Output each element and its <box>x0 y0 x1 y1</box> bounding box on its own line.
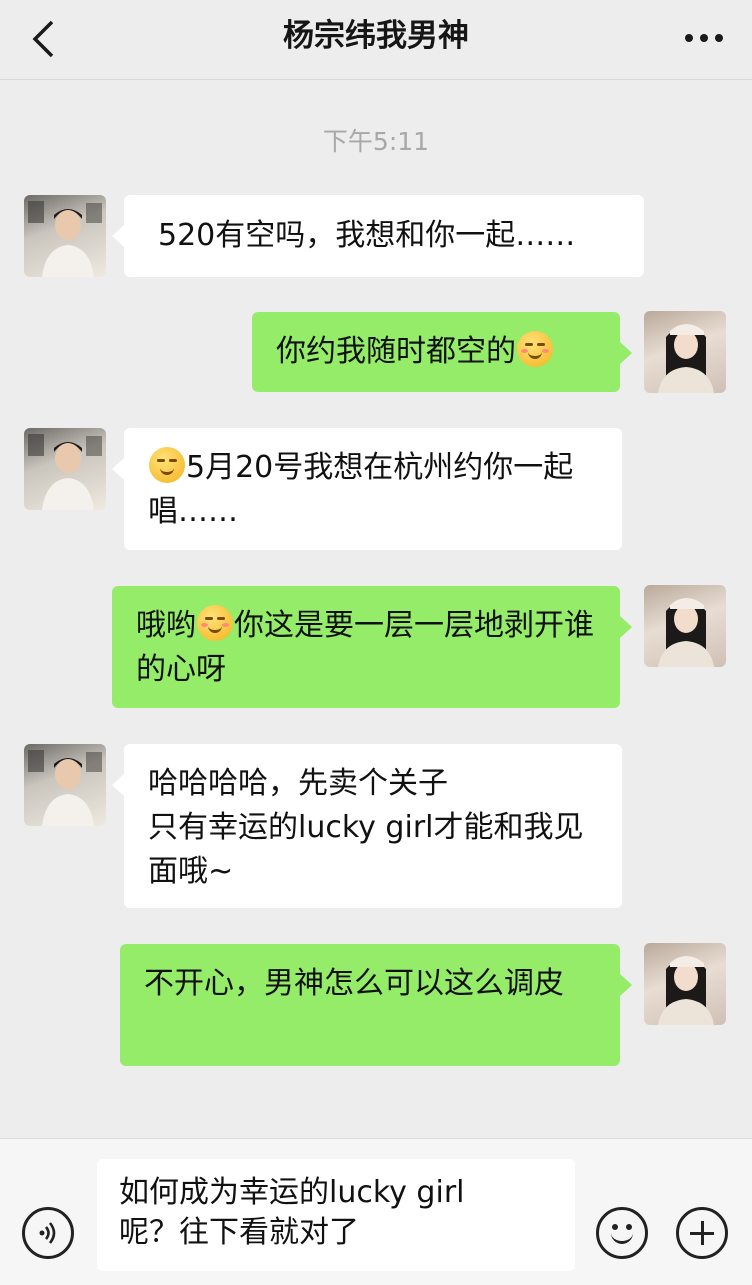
message-timestamp: 下午5:11 <box>322 127 430 156</box>
message-input[interactable]: 如何成为幸运的lucky girl 呢？往下看就对了 <box>97 1159 575 1271</box>
emoji-button[interactable] <box>596 1207 648 1259</box>
contact-avatar-image <box>28 434 102 510</box>
contact-avatar[interactable] <box>24 195 106 277</box>
my-avatar-image <box>658 324 714 393</box>
my-avatar[interactable] <box>644 585 726 667</box>
message-bubble-me[interactable]: 不开心，男神怎么可以这么调皮 <box>120 944 632 1066</box>
more-button[interactable] <box>676 16 732 60</box>
message-bubble-contact[interactable]: 哈哈哈哈，先卖个关子 只有幸运的lucky girl才能和我见面哦~ <box>112 744 622 908</box>
my-avatar[interactable] <box>644 311 726 393</box>
contact-avatar[interactable] <box>24 744 106 826</box>
voice-icon <box>39 1222 56 1244</box>
my-avatar[interactable] <box>644 943 726 1025</box>
my-avatar-image <box>658 956 714 1025</box>
chat-title: 杨宗纬我男神 <box>283 18 469 54</box>
message-text: 520有空吗，我想和你一起…… <box>158 218 576 253</box>
blush-smile-emoji-icon <box>517 331 553 367</box>
contact-avatar[interactable] <box>24 428 106 510</box>
smirk-emoji-icon <box>149 447 185 483</box>
message-bubble-contact[interactable]: 5月20号我想在杭州约你一起唱…… <box>112 428 622 550</box>
message-text: 不开心，男神怎么可以这么调皮 <box>144 966 564 1001</box>
message-text: 5月20号我想在杭州约你一起唱…… <box>148 450 574 529</box>
more-dots-icon <box>685 34 723 42</box>
message-bubble-me[interactable]: 哦哟 你这是要一层一层地剥开谁的心呀 <box>112 586 632 708</box>
voice-button[interactable] <box>22 1207 74 1259</box>
message-text-line-1: 哈哈哈哈，先卖个关子 <box>148 766 448 801</box>
contact-avatar-image <box>28 201 102 277</box>
input-bar: 如何成为幸运的lucky girl 呢？往下看就对了 <box>0 1138 752 1285</box>
message-text-prefix: 哦哟 <box>136 608 196 643</box>
message-text: 你约我随时都空的 <box>276 334 516 369</box>
plus-button[interactable] <box>676 1207 728 1259</box>
message-bubble-contact[interactable]: 520有空吗，我想和你一起…… <box>112 195 644 277</box>
contact-avatar-image <box>28 750 102 826</box>
message-bubble-me[interactable]: 你约我随时都空的 <box>252 312 632 392</box>
message-text-line-2: 只有幸运的lucky girl才能和我见面哦~ <box>148 810 584 889</box>
chat-header: 杨宗纬我男神 <box>0 0 752 80</box>
grin-emoji-icon <box>197 605 233 641</box>
my-avatar-image <box>658 598 714 667</box>
